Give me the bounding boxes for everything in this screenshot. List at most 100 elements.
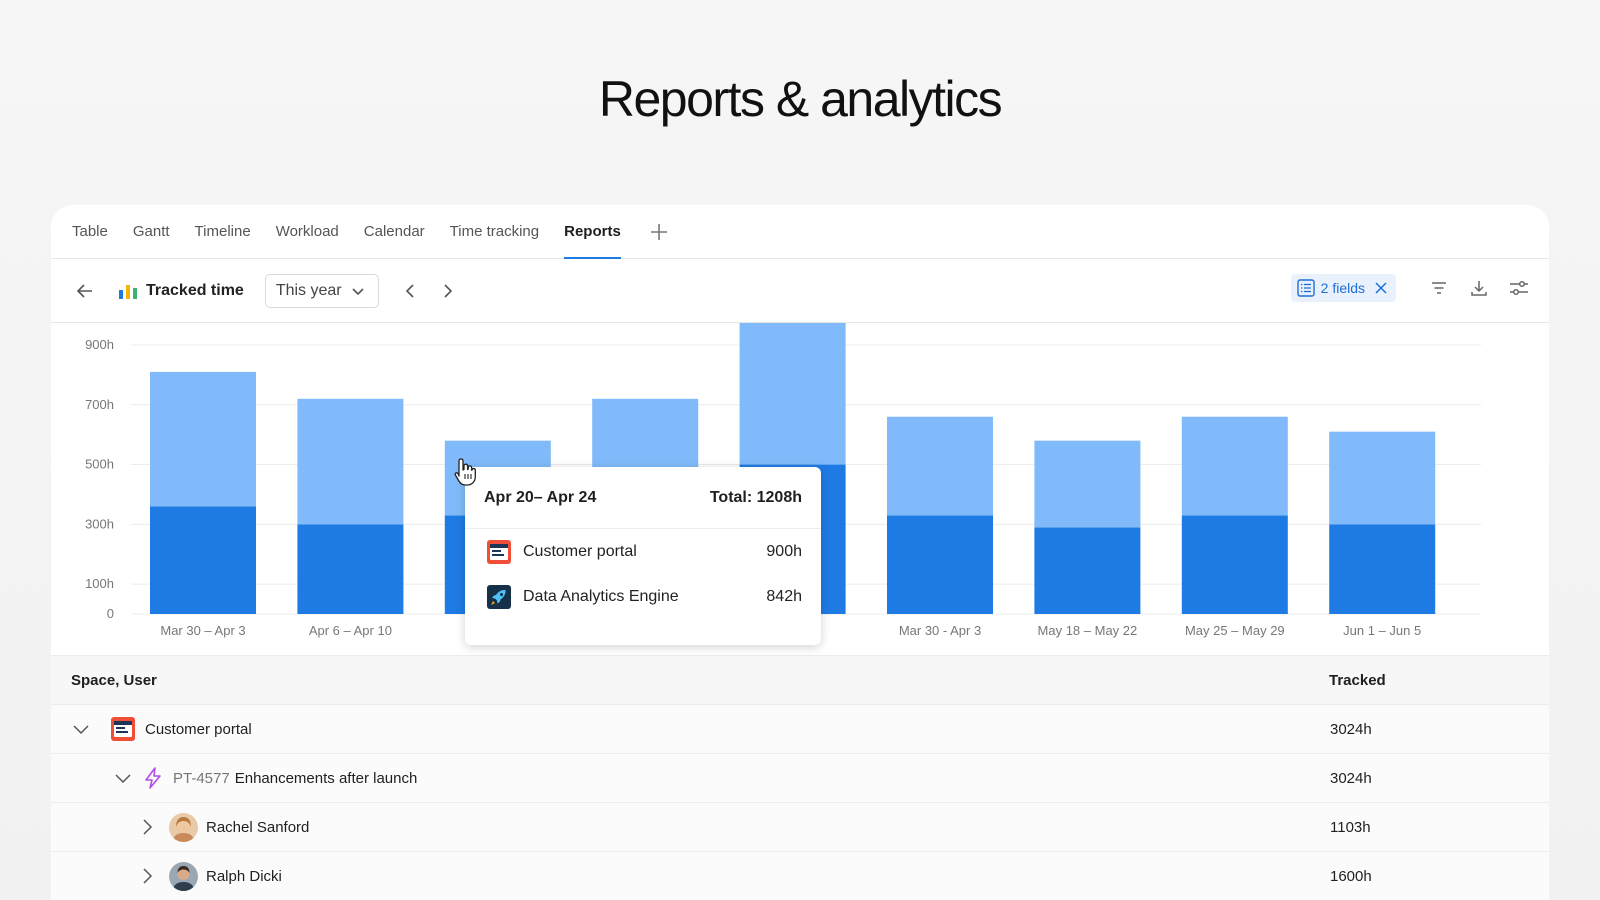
expand-toggle[interactable]	[137, 817, 157, 837]
close-icon[interactable]	[1375, 282, 1387, 294]
chart-bar	[887, 515, 993, 614]
expand-toggle[interactable]	[137, 866, 157, 886]
chart-bar	[1034, 440, 1141, 528]
row-name: Rachel Sanford	[206, 818, 310, 836]
y-tick-label: 500h	[85, 457, 114, 472]
fields-chip-label: 2 fields	[1320, 280, 1365, 296]
tooltip-range: Apr 20– Apr 24	[484, 489, 597, 506]
chart-bar	[592, 398, 699, 474]
chevron-down-icon	[352, 287, 364, 295]
x-tick-label: Apr 6 – Apr 10	[309, 623, 392, 638]
tooltip-total: Total: 1208h	[709, 489, 802, 506]
row-name: Enhancements after launch	[234, 769, 418, 787]
chart-bar	[150, 371, 256, 507]
chevron-down-icon	[73, 725, 89, 735]
row-name: Customer portal	[145, 720, 252, 738]
avatar	[169, 861, 198, 891]
page-title: Reports & analytics	[598, 71, 1003, 127]
row-tracked-value: 1600h	[1330, 867, 1372, 885]
toolbar-actions: 2 fields	[1290, 274, 1531, 302]
tooltip-row: Data Analytics Engine 842h	[465, 574, 821, 619]
chevron-right-icon	[444, 283, 452, 298]
tooltip-row-value: 900h	[766, 542, 802, 560]
add-tab-button[interactable]	[650, 205, 668, 258]
reports-card: Table Gantt Timeline Workload Calendar T…	[51, 205, 1549, 900]
y-tick-label: 900h	[85, 337, 114, 352]
chart-bar	[1034, 527, 1141, 614]
x-tick-label: May 18 – May 22	[1038, 623, 1138, 638]
hand-cursor-icon	[454, 458, 476, 486]
y-tick-label: 100h	[85, 576, 114, 591]
back-button[interactable]	[73, 279, 97, 303]
chart-bar	[297, 398, 404, 525]
tracked-time-chart: 0 100h 300h 500h 700h 900h Mar 30 – Apr 3 Apr 6…	[51, 323, 1549, 655]
tab-time-tracking[interactable]: Time tracking	[450, 205, 539, 258]
next-period-button[interactable]	[435, 279, 459, 303]
download-icon	[1471, 281, 1487, 296]
chart-bar	[1329, 431, 1436, 525]
row-tracked-value: 3024h	[1330, 720, 1372, 738]
bar-chart-icon	[119, 284, 137, 299]
filter-icon	[1432, 282, 1446, 294]
y-tick-label: 300h	[85, 516, 114, 531]
period-select[interactable]: This year	[264, 273, 379, 308]
report-name-label: Tracked time	[146, 281, 244, 299]
customer-portal-icon	[487, 539, 511, 564]
row-tracked-value: 3024h	[1330, 769, 1372, 787]
table-row[interactable]: PT-4577 Enhancements after launch 3024h	[51, 754, 1549, 803]
plus-icon	[650, 223, 667, 240]
rocket-icon	[487, 584, 511, 609]
chevron-right-icon	[143, 819, 153, 835]
user-avatar-icon	[169, 861, 198, 891]
chevron-left-icon	[405, 283, 414, 298]
chart-bar	[150, 506, 256, 614]
tooltip-row-name: Customer portal	[523, 542, 637, 560]
table-row[interactable]: Rachel Sanford 1103h	[51, 803, 1549, 852]
period-nav	[399, 279, 459, 303]
tab-table[interactable]: Table	[72, 205, 108, 258]
download-button[interactable]	[1467, 276, 1491, 300]
lightning-icon	[145, 767, 161, 789]
settings-sliders-icon	[1510, 280, 1528, 296]
column-header-space-user[interactable]: Space, User	[71, 672, 157, 689]
fields-chip[interactable]: 2 fields	[1290, 274, 1396, 302]
x-tick-label: Mar 30 – Apr 3	[160, 623, 245, 638]
tab-workload[interactable]: Workload	[276, 205, 339, 258]
table-row[interactable]: Ralph Dicki 1600h	[51, 852, 1549, 900]
view-tabs: Table Gantt Timeline Workload Calendar T…	[51, 205, 1549, 259]
collapse-toggle[interactable]	[71, 719, 91, 739]
y-tick-label: 700h	[85, 397, 114, 412]
collapse-toggle[interactable]	[113, 768, 133, 788]
task-id: PT-4577	[173, 769, 230, 787]
tab-calendar[interactable]: Calendar	[364, 205, 425, 258]
row-name: Ralph Dicki	[206, 867, 282, 885]
list-icon	[1296, 279, 1315, 297]
settings-button[interactable]	[1507, 276, 1531, 300]
chart-bar	[1181, 416, 1288, 516]
y-tick-label: 0	[107, 606, 114, 621]
tab-reports[interactable]: Reports	[564, 205, 621, 259]
x-tick-label: Mar 30 - Apr 3	[899, 623, 981, 638]
chart-bar	[297, 524, 404, 614]
column-header-tracked[interactable]: Tracked	[1329, 672, 1386, 689]
x-tick-label: Jun 1 – Jun 5	[1343, 623, 1421, 638]
tab-gantt[interactable]: Gantt	[133, 205, 170, 258]
x-tick-label: May 25 – May 29	[1185, 623, 1285, 638]
tab-timeline[interactable]: Timeline	[195, 205, 251, 258]
chevron-right-icon	[143, 868, 153, 884]
table-row[interactable]: Customer portal 3024h	[51, 705, 1549, 754]
chart-bar	[887, 416, 993, 516]
row-tracked-value: 1103h	[1330, 818, 1371, 836]
tooltip-row-value: 842h	[766, 587, 802, 605]
report-name: Tracked time	[119, 282, 244, 300]
chart-bar	[1329, 524, 1436, 614]
previous-period-button[interactable]	[399, 279, 423, 303]
filter-button[interactable]	[1427, 276, 1451, 300]
chart-tooltip: Apr 20– Apr 24 Total: 1208h Customer por…	[465, 467, 821, 645]
customer-portal-icon	[111, 717, 135, 741]
period-select-value: This year	[275, 281, 342, 299]
chart-bar	[739, 323, 846, 465]
chevron-down-icon	[115, 774, 131, 784]
tooltip-row-name: Data Analytics Engine	[523, 587, 679, 605]
chart-bar	[1181, 515, 1288, 614]
